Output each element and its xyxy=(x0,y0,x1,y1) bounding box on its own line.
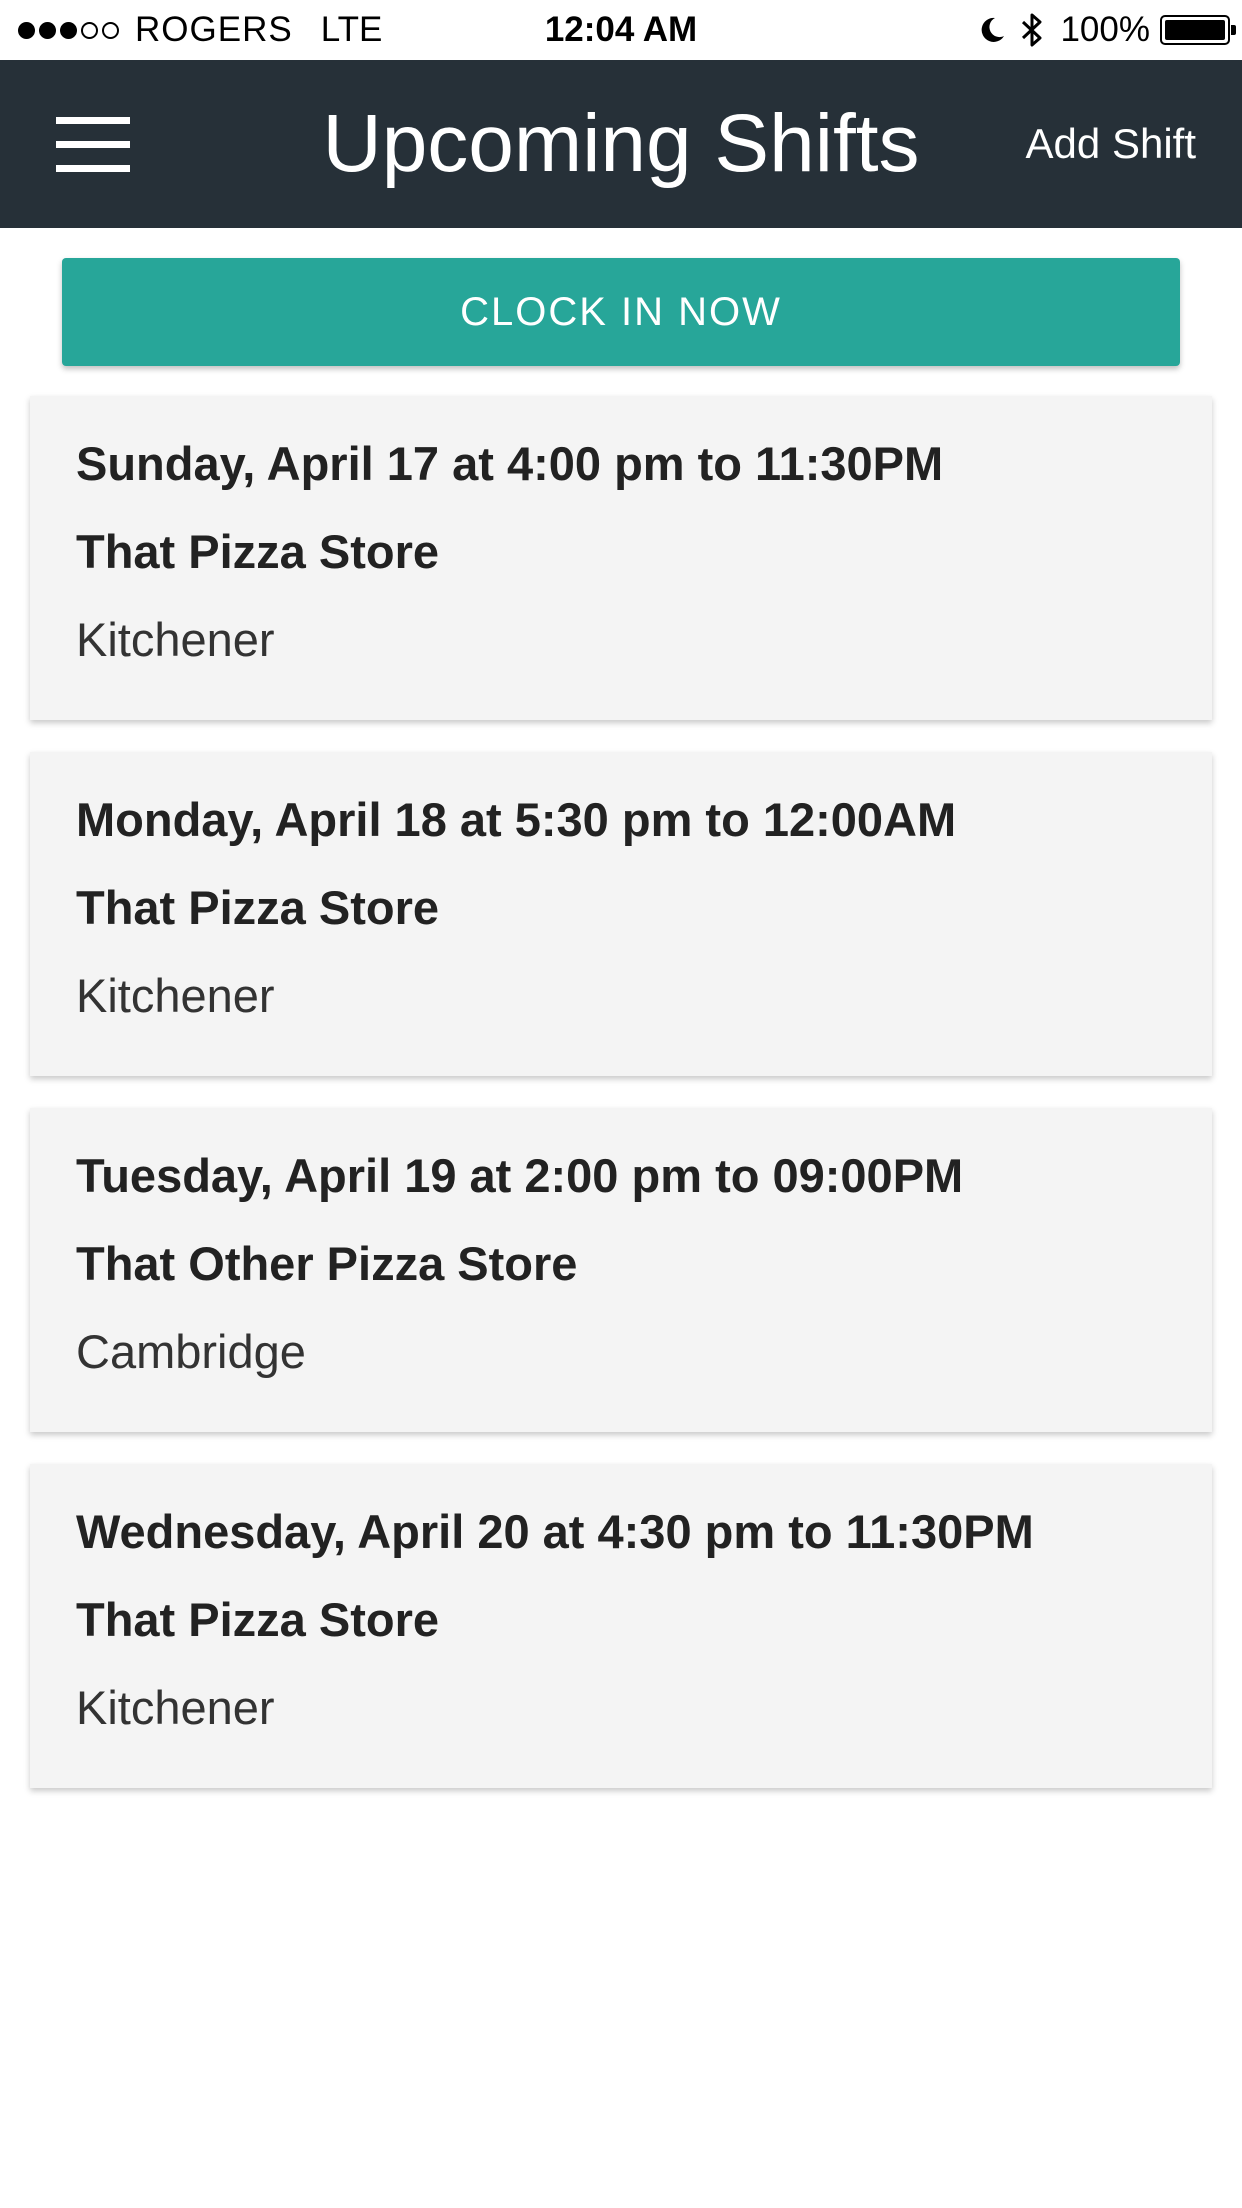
shift-city: Cambridge xyxy=(76,1325,306,1378)
shift-card[interactable]: Wednesday, April 20 at 4:30 pm to 11:30P… xyxy=(30,1464,1212,1788)
clock-in-now-button[interactable]: CLOCK IN NOW xyxy=(62,258,1180,366)
shift-store-name: That Pizza Store xyxy=(76,525,440,578)
shift-datetime: Sunday, April 17 at 4:00 pm to 11:30PM xyxy=(76,437,944,490)
shift-store-name: That Other Pizza Store xyxy=(76,1237,578,1290)
shift-city: Kitchener xyxy=(76,1681,275,1734)
shift-card[interactable]: Monday, April 18 at 5:30 pm to 12:00AM T… xyxy=(30,752,1212,1076)
shift-datetime: Tuesday, April 19 at 2:00 pm to 09:00PM xyxy=(76,1149,964,1202)
bluetooth-icon xyxy=(1022,13,1042,47)
shift-store-name: That Pizza Store xyxy=(76,1593,440,1646)
status-right: 100% xyxy=(978,0,1236,60)
moon-icon xyxy=(982,17,1005,42)
battery-icon xyxy=(1160,15,1236,45)
shift-datetime: Wednesday, April 20 at 4:30 pm to 11:30P… xyxy=(76,1505,1034,1558)
status-bar: ROGERS LTE 12:04 AM 100% xyxy=(0,0,1242,60)
shift-store-name: That Pizza Store xyxy=(76,881,440,934)
battery-level-fill xyxy=(1165,20,1225,40)
shift-city: Kitchener xyxy=(76,969,275,1022)
battery-tip xyxy=(1231,25,1236,35)
shift-list: Sunday, April 17 at 4:00 pm to 11:30PM T… xyxy=(30,396,1212,1820)
battery-percentage: 100% xyxy=(1060,10,1150,49)
shift-city: Kitchener xyxy=(76,613,275,666)
app-header: Upcoming Shifts Add Shift xyxy=(0,60,1242,228)
shift-datetime: Monday, April 18 at 5:30 pm to 12:00AM xyxy=(76,793,957,846)
shift-card[interactable]: Tuesday, April 19 at 2:00 pm to 09:00PM … xyxy=(30,1108,1212,1432)
add-shift-button[interactable]: Add Shift xyxy=(1026,60,1196,228)
shift-card[interactable]: Sunday, April 17 at 4:00 pm to 11:30PM T… xyxy=(30,396,1212,720)
